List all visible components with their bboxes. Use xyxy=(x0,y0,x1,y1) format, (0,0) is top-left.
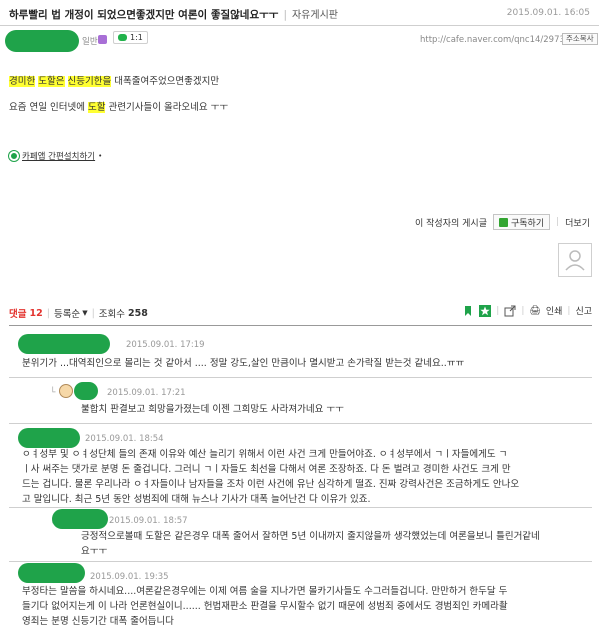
highlight-4[interactable]: 도할 xyxy=(87,102,106,113)
comments-label[interactable]: 댓글 xyxy=(9,306,26,320)
comments-count[interactable]: 12 xyxy=(30,308,43,319)
divider: | xyxy=(521,305,525,316)
divider: | xyxy=(556,217,560,227)
line1-rest: 대폭줄여주었으면좋겠지만 xyxy=(111,76,220,87)
reply-arrow-icon: └ xyxy=(50,388,56,398)
highlight-3[interactable]: 신등기한을 xyxy=(67,76,112,87)
highlight-1: 경미한 xyxy=(9,76,36,87)
author-actions: 이 작성자의 게시글 구독하기 | 더보기 xyxy=(415,214,590,230)
comments-header: 댓글 12 | 등록순 ▼ | 조회수 258 | | 🖨 인쇄 | 신고 xyxy=(9,304,592,320)
board-link[interactable]: 자유게시판 xyxy=(292,10,338,21)
level-badge-icon xyxy=(98,35,107,44)
highlight-2[interactable]: 도할은 xyxy=(38,76,65,87)
subscribe-button[interactable]: 구독하기 xyxy=(492,214,551,230)
star-icon[interactable] xyxy=(479,304,492,317)
divider: | xyxy=(91,307,95,319)
comment-author-redacted[interactable] xyxy=(18,334,110,354)
author-name-redacted[interactable] xyxy=(5,30,79,52)
divider: | xyxy=(567,305,571,316)
post-url[interactable]: http://cafe.naver.com/qnc14/2973 xyxy=(420,35,565,45)
cafe-app-install-link[interactable]: 카페앱 간편설치하기 • xyxy=(9,150,102,162)
cafe-app-icon xyxy=(9,151,19,161)
copy-url-button[interactable]: 주소복사 xyxy=(562,33,598,45)
post-title-text: 하루빨리 법 개정이 되었으면좋겠지만 여론이 좋질않네요ㅜㅜ xyxy=(9,9,279,21)
comment-text: 불합치 판결보고 희망을가졌는데 이젠 그희망도 사라져가네요 ㅜㅜ xyxy=(81,404,344,415)
more-link[interactable]: 더보기 xyxy=(565,216,590,229)
divider: | xyxy=(496,305,500,316)
comment-date: 2015.09.01. 19:35 xyxy=(90,572,169,582)
comments-top-divider xyxy=(9,325,592,326)
author-posts-link[interactable]: 이 작성자의 게시글 xyxy=(415,216,487,229)
title-divider: | xyxy=(283,9,287,21)
author-level: 일반 xyxy=(82,37,98,47)
comment-divider xyxy=(9,377,592,378)
chat-1to1-button[interactable]: 1:1 xyxy=(113,31,148,44)
sort-dropdown[interactable]: 등록순 xyxy=(54,306,80,320)
report-link[interactable]: 신고 xyxy=(575,304,592,317)
cafe-app-dot: • xyxy=(98,152,103,160)
line2-pre: 요즘 연일 인터넷에 xyxy=(9,102,88,113)
chat-bubble-icon xyxy=(118,34,127,41)
comment-date: 2015.09.01. 17:19 xyxy=(126,340,205,350)
post-title: 하루빨리 법 개정이 되었으면좋겠지만 여론이 좋질않네요ㅜㅜ | 자유게시판 xyxy=(9,6,338,22)
post-body-line-1: 경미한 도할은 신등기한을 대폭줄여주었으면좋겠지만 xyxy=(9,73,219,87)
comment-date: 2015.09.01. 18:57 xyxy=(109,516,188,526)
comment-author-redacted[interactable] xyxy=(52,509,108,529)
comment-author-redacted[interactable] xyxy=(74,382,98,400)
rss-icon xyxy=(498,217,508,227)
subscribe-label: 구독하기 xyxy=(510,218,545,229)
author-avatar[interactable] xyxy=(558,243,592,277)
comment-date: 2015.09.01. 18:54 xyxy=(85,434,164,444)
commenter-emoji-icon xyxy=(59,384,73,398)
views-label: 조회수 xyxy=(98,309,126,320)
post-date: 2015.09.01. 16:05 xyxy=(506,8,590,18)
comment-divider xyxy=(9,423,592,424)
line2-rest: 관련기사들이 올라오네요 ㅜㅜ xyxy=(105,102,229,113)
comment-text: ㅇㅕ성부 및 ㅇㅕ성단체 들의 존재 이유와 예산 늘리기 위해서 이런 사건 … xyxy=(22,449,520,505)
chevron-down-icon[interactable]: ▼ xyxy=(82,309,87,317)
comment-text: 분위기가 ...대역죄인으로 몰리는 것 같아서 .... 정말 강도,살인 만… xyxy=(22,358,465,369)
share-icon[interactable] xyxy=(504,305,516,317)
comment-divider xyxy=(9,507,592,508)
comment-author-redacted[interactable] xyxy=(18,428,80,448)
comment-text: 긍정적으로볼때 도할은 같은경우 대폭 줄어서 잘하면 5년 이내까지 줄지않을… xyxy=(81,531,540,557)
views-count: 258 xyxy=(128,307,148,319)
divider: | xyxy=(46,307,50,319)
print-label[interactable]: 인쇄 xyxy=(546,304,563,317)
post-tools: | | 🖨 인쇄 | 신고 xyxy=(462,304,592,317)
cafe-app-label: 카페앱 간편설치하기 xyxy=(22,152,96,162)
chat-label: 1:1 xyxy=(130,33,143,42)
comment-text: 부정타는 말씀을 하시네요....여론같은경우에는 이제 여름 술을 지나가면 … xyxy=(22,586,508,627)
post-body-line-2: 요즘 연일 인터넷에 도할 관련기사들이 올라오네요 ㅜㅜ xyxy=(9,99,228,113)
user-silhouette-icon xyxy=(565,250,585,271)
comment-date: 2015.09.01. 17:21 xyxy=(107,388,186,398)
comment-author-redacted[interactable] xyxy=(18,563,85,583)
print-link[interactable]: 🖨 xyxy=(529,306,540,316)
bookmark-icon[interactable] xyxy=(462,305,474,317)
comment-divider xyxy=(9,561,592,562)
